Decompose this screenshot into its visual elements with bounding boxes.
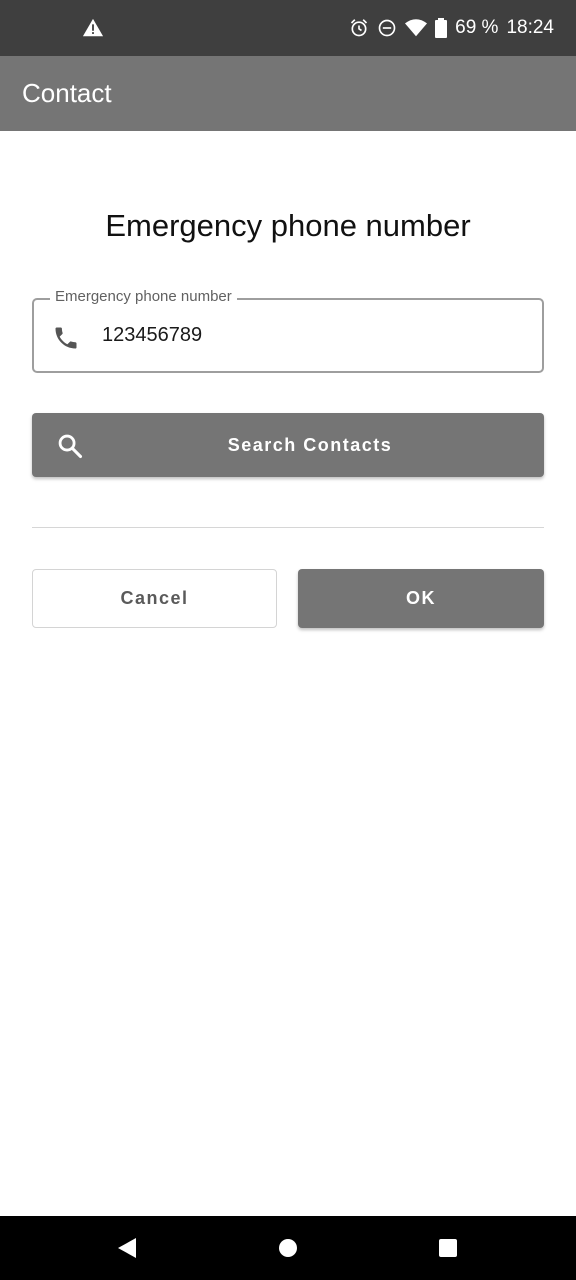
navigation-bar: [0, 1216, 576, 1280]
phone-icon: [52, 324, 80, 352]
ok-button[interactable]: OK: [298, 569, 544, 628]
divider: [32, 527, 544, 528]
phone-field-label: Emergency phone number: [50, 288, 237, 305]
home-icon[interactable]: [278, 1238, 298, 1258]
wifi-icon: [405, 18, 428, 38]
recents-icon[interactable]: [438, 1238, 458, 1258]
alarm-icon: [349, 18, 369, 38]
main-content: Emergency phone number Emergency phone n…: [0, 131, 576, 1216]
app-bar-title: Contact: [22, 78, 112, 108]
do-not-disturb-icon: [377, 18, 397, 38]
clock-time: 18:24: [506, 17, 554, 38]
status-indicators: 69 % 18:24: [349, 0, 554, 56]
status-bar: 69 % 18:24: [0, 0, 576, 56]
cancel-button[interactable]: Cancel: [32, 569, 277, 628]
cancel-label: Cancel: [120, 588, 189, 608]
back-icon[interactable]: [116, 1236, 138, 1260]
warning-icon: [82, 17, 104, 39]
phone-number-input[interactable]: [102, 324, 502, 347]
page-heading: Emergency phone number: [105, 208, 471, 243]
ok-label: OK: [406, 588, 436, 608]
phone-number-field[interactable]: Emergency phone number: [32, 288, 544, 373]
app-bar: Contact: [0, 56, 576, 131]
battery-percent: 69 %: [455, 17, 499, 38]
battery-icon: [435, 18, 448, 38]
search-contacts-label: Search Contacts: [227, 435, 393, 455]
search-contacts-button[interactable]: Search Contacts: [32, 413, 544, 477]
